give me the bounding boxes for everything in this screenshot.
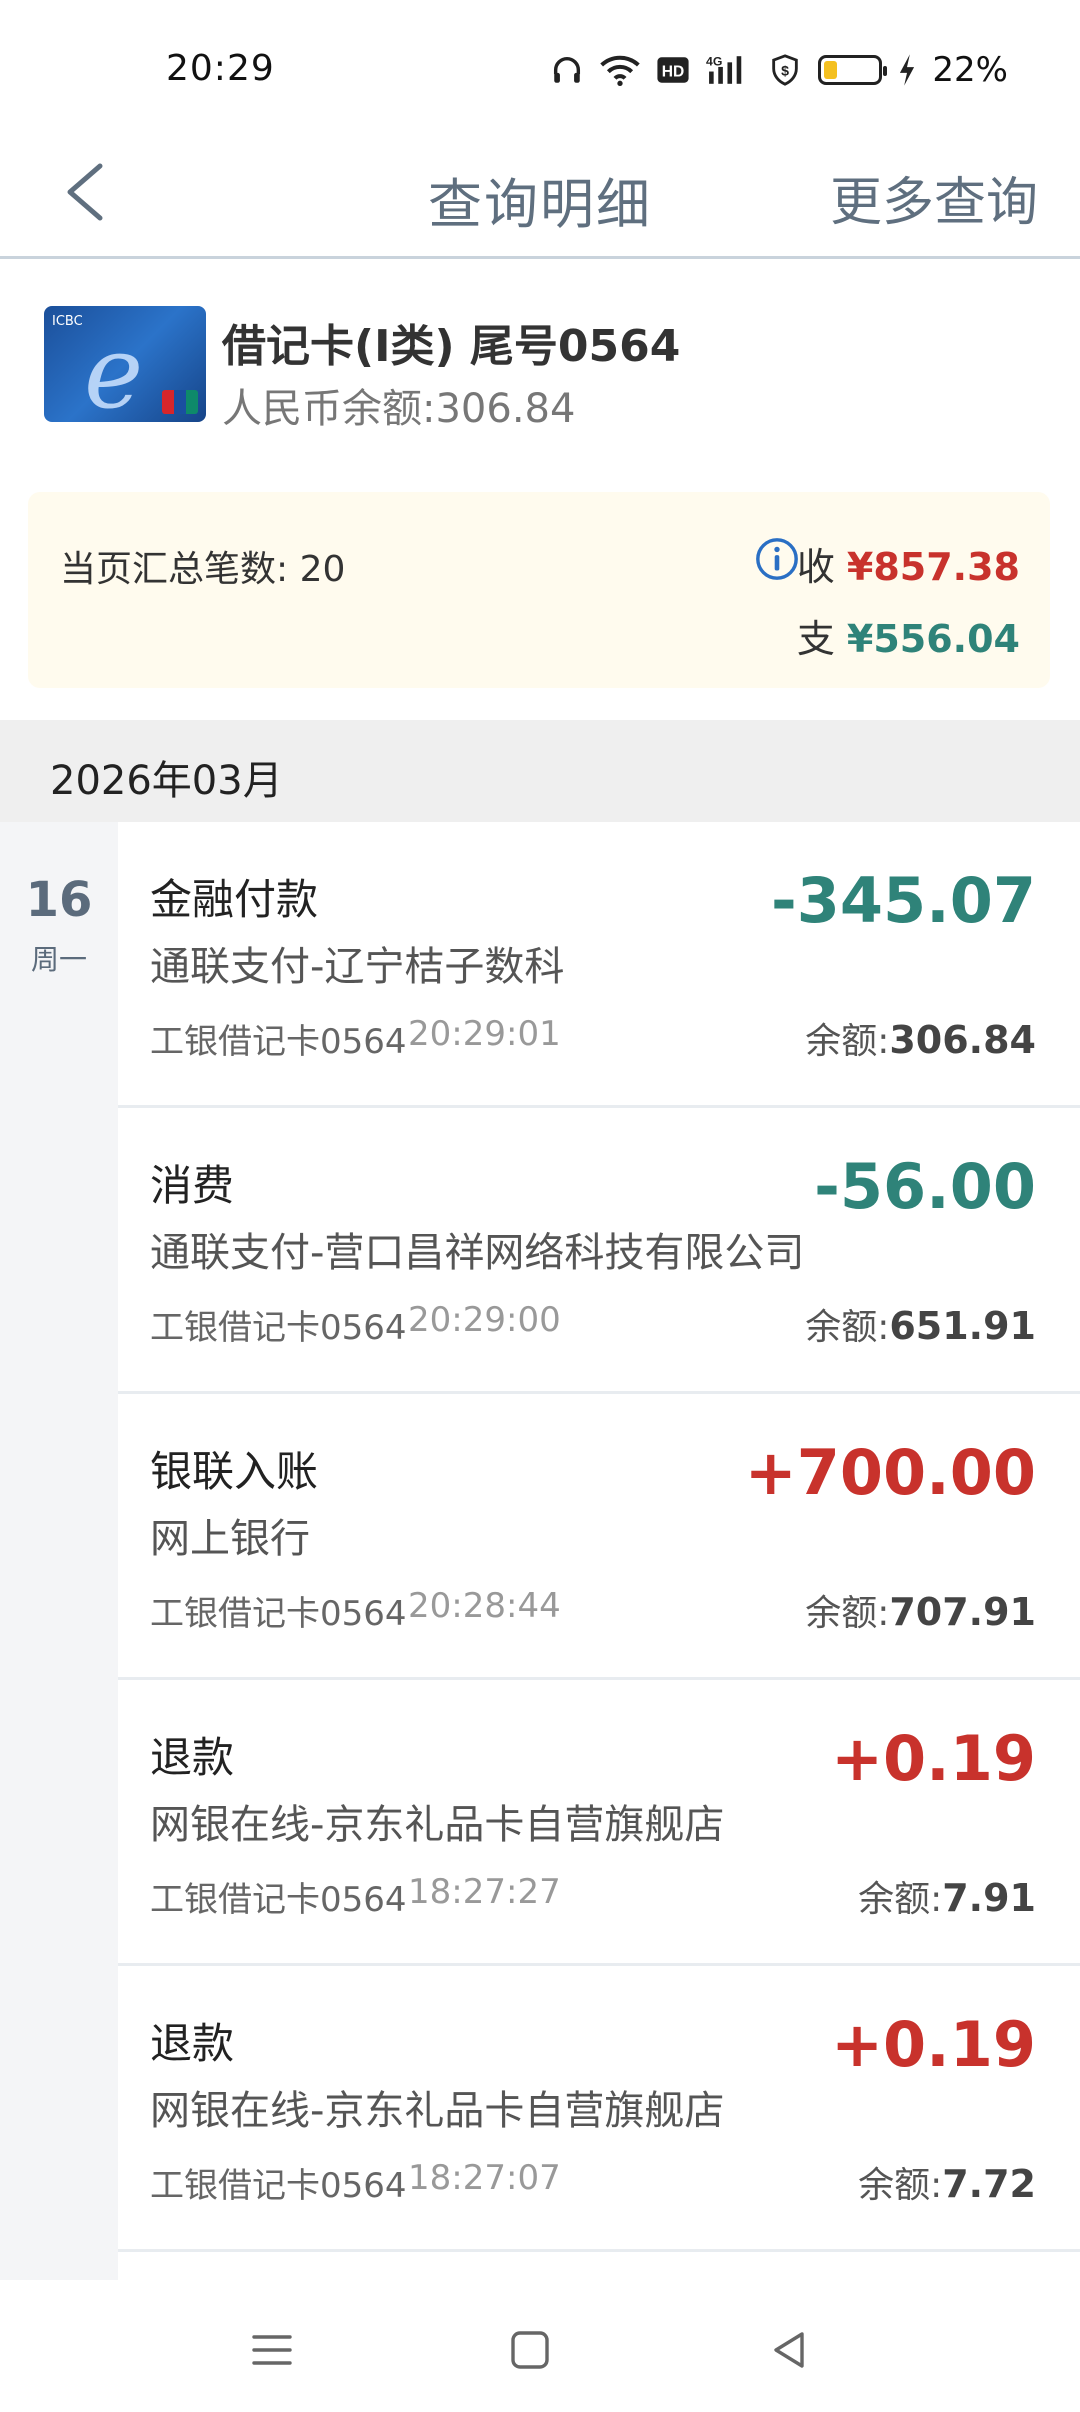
svg-text:HD: HD <box>662 63 685 80</box>
back-triangle-icon <box>774 2332 804 2368</box>
tx-balance: 余额:306.84 <box>805 1012 1036 1064</box>
tx-account: 工银借记卡0564 <box>150 1880 407 1920</box>
tx-balance-value: 7.91 <box>942 1876 1036 1920</box>
transaction-row[interactable]: 银联入账 网上银行 工银借记卡0564 20:28:44 +700.00 余额:… <box>118 1394 1080 1680</box>
summary-count: 当页汇总笔数: 20 <box>60 549 346 590</box>
tx-time: 18:27:07 <box>408 2158 561 2198</box>
headphones-icon <box>550 53 584 87</box>
tx-balance-label: 余额: <box>858 2165 943 2206</box>
tx-amount: +0.19 <box>831 1722 1036 1795</box>
tx-account: 工银借记卡0564 <box>150 1594 407 1634</box>
status-icons: HD 4G $ 22% <box>550 44 1008 96</box>
summary-income: 收 ¥857.38 <box>797 536 1020 591</box>
account-name: 借记卡(I类) 尾号0564 <box>222 321 681 372</box>
svg-text:4G: 4G <box>706 54 722 68</box>
page-summary: 当页汇总笔数: 20 收 ¥857.38 支 ¥556.04 <box>28 492 1050 688</box>
tx-account: 工银借记卡0564 <box>150 2166 407 2206</box>
system-nav-bar <box>0 2282 1080 2412</box>
tx-type: 退款 <box>150 1733 235 1782</box>
account-header[interactable]: ICBC e 借记卡(I类) 尾号0564 人民币余额:306.84 <box>0 260 1080 470</box>
tx-account: 工银借记卡0564 <box>150 1022 407 1062</box>
clock: 20:29 <box>166 48 275 89</box>
e-card-icon: e <box>84 314 144 422</box>
expense-amount: ¥556.04 <box>846 617 1020 661</box>
transaction-row[interactable]: 金融付款 通联支付-辽宁桔子数科 工银借记卡0564 20:29:01 -345… <box>118 822 1080 1108</box>
signal-4g-icon: 4G <box>706 53 752 87</box>
income-label: 收 <box>796 545 835 589</box>
transaction-row[interactable]: 退款 网银在线-京东礼品卡自营旗舰店 工银借记卡0564 18:27:07 +0… <box>118 1966 1080 2252</box>
tx-balance-value: 707.91 <box>889 1590 1036 1634</box>
tx-time: 20:29:01 <box>408 1014 561 1054</box>
bank-card-image: ICBC e <box>44 306 206 422</box>
tx-description: 网上银行 <box>150 1516 310 1562</box>
tx-balance-label: 余额: <box>805 1593 890 1634</box>
back-nav-button[interactable] <box>760 2320 820 2380</box>
income-amount: ¥857.38 <box>846 545 1020 589</box>
menu-button[interactable] <box>242 2320 302 2380</box>
summary-expense: 支 ¥556.04 <box>797 608 1020 663</box>
svg-text:$: $ <box>781 64 789 80</box>
tx-balance-label: 余额: <box>805 1021 890 1062</box>
day-number: 16 <box>25 872 93 928</box>
tx-type: 退款 <box>150 2019 235 2068</box>
battery-percent: 22% <box>932 50 1008 90</box>
shield-icon: $ <box>768 53 802 87</box>
tx-balance-value: 651.91 <box>889 1304 1036 1348</box>
info-icon[interactable] <box>754 536 800 582</box>
wifi-icon <box>600 53 641 87</box>
transaction-row[interactable]: 退款 网银在线-京东礼品卡自营旗舰店 工银借记卡0564 18:27:27 +0… <box>118 1680 1080 1966</box>
charging-icon <box>898 53 916 87</box>
tx-time: 20:28:44 <box>408 1586 561 1626</box>
tx-description: 通联支付-营口昌祥网络科技有限公司 <box>150 1230 805 1276</box>
tx-amount: -345.07 <box>771 864 1036 937</box>
tx-time: 20:29:00 <box>408 1300 561 1340</box>
month-header: 2026年03月 <box>0 720 1080 822</box>
home-button[interactable] <box>500 2320 560 2380</box>
home-square-icon <box>511 2331 549 2369</box>
tx-balance: 余额:7.72 <box>858 2156 1036 2208</box>
tx-balance: 余额:707.91 <box>805 1584 1036 1636</box>
tx-description: 通联支付-辽宁桔子数科 <box>150 944 565 990</box>
account-balance: 人民币余额:306.84 <box>222 386 576 432</box>
more-query-button[interactable]: 更多查询 <box>830 160 1038 235</box>
tx-amount: +700.00 <box>744 1436 1036 1509</box>
battery-icon <box>818 55 888 85</box>
tx-balance: 余额:7.91 <box>858 1870 1036 1922</box>
unionpay-icon <box>162 390 198 414</box>
tx-balance-label: 余额: <box>858 1879 943 1920</box>
tx-type: 消费 <box>150 1161 235 1210</box>
tx-balance-value: 306.84 <box>889 1018 1036 1062</box>
tx-description: 网银在线-京东礼品卡自营旗舰店 <box>150 2088 725 2134</box>
tx-type: 银联入账 <box>150 1447 319 1496</box>
tx-amount: +0.19 <box>831 2008 1036 2081</box>
tx-amount: -56.00 <box>814 1150 1036 1223</box>
date-column: 16 周一 <box>0 822 118 2280</box>
menu-icon <box>252 2335 292 2365</box>
tx-account: 工银借记卡0564 <box>150 1308 407 1348</box>
hd-icon: HD <box>656 55 690 85</box>
status-bar: 20:29 HD 4G $ 22% <box>0 0 1080 130</box>
tx-balance-value: 7.72 <box>942 2162 1036 2206</box>
icbc-logo-icon: ICBC <box>52 314 83 329</box>
expense-label: 支 <box>796 617 835 661</box>
tx-time: 18:27:27 <box>408 1872 561 1912</box>
tx-type: 金融付款 <box>150 875 319 924</box>
tx-balance: 余额:651.91 <box>805 1298 1036 1350</box>
tx-description: 网银在线-京东礼品卡自营旗舰店 <box>150 1802 725 1848</box>
tx-balance-label: 余额: <box>805 1307 890 1348</box>
top-nav-bar: 查询明细 更多查询 <box>0 130 1080 259</box>
weekday: 周一 <box>30 943 87 976</box>
transaction-row[interactable]: 消费 通联支付-营口昌祥网络科技有限公司 工银借记卡0564 20:29:00 … <box>118 1108 1080 1394</box>
month-label: 2026年03月 <box>50 758 283 804</box>
